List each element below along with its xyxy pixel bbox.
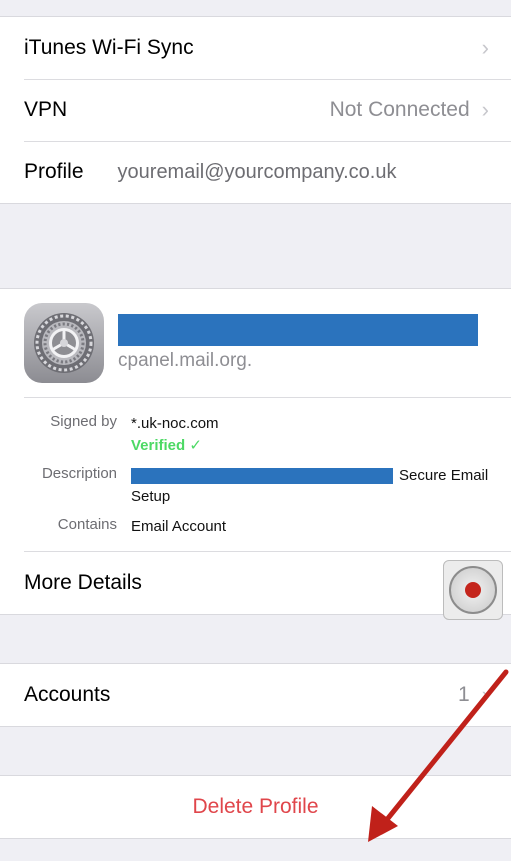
top-spacer: [0, 0, 511, 16]
accounts-group: Accounts 1 ›: [0, 662, 511, 727]
accounts-label: Accounts: [24, 682, 111, 706]
delete-group: Delete Profile: [0, 774, 511, 839]
profile-subtitle: cpanel.mail.org.: [118, 350, 253, 371]
itunes-wifi-sync-row[interactable]: iTunes Wi-Fi Sync ›: [0, 17, 511, 79]
verified-badge: Verified ✓: [131, 436, 202, 454]
signed-by-label: Signed by: [50, 413, 117, 430]
description-label: Description: [41, 464, 117, 482]
itunes-wifi-sync-label: iTunes Wi-Fi Sync: [24, 36, 194, 59]
record-button[interactable]: [443, 559, 503, 620]
settings-page: iTunes Wi-Fi Sync › VPN Not Connected › …: [0, 0, 511, 861]
contains-label: Contains: [57, 516, 117, 533]
section-spacer: [0, 204, 511, 288]
settings-gear-icon: [24, 303, 104, 383]
signed-by-row: Signed by *.uk-noc.com Verified ✓: [24, 413, 489, 457]
profile-label: Profile: [24, 160, 84, 183]
contains-row: Contains Email Account: [24, 516, 489, 538]
general-settings-group: iTunes Wi-Fi Sync › VPN Not Connected › …: [0, 16, 511, 204]
delete-profile-button[interactable]: Delete Profile: [0, 775, 511, 838]
profile-email: youremail@yourcompany.co.uk: [117, 160, 397, 183]
vpn-label: VPN: [24, 98, 68, 121]
chevron-right-icon: ›: [481, 681, 489, 707]
accounts-row[interactable]: Accounts 1 ›: [0, 663, 511, 726]
redacted-description: [131, 467, 393, 484]
profile-row[interactable]: Profile youremail@yourcompany.co.uk: [0, 141, 511, 203]
profile-header: cpanel.mail.org.: [0, 289, 511, 397]
record-dot: [465, 581, 481, 598]
description-row: Description Secure Email Setup: [24, 465, 489, 509]
record-icon: [449, 565, 497, 614]
chevron-right-icon: ›: [481, 35, 489, 60]
chevron-right-icon: ›: [481, 97, 489, 122]
description-value-block: Secure Email Setup: [131, 465, 489, 509]
more-details-row[interactable]: More Details: [0, 551, 511, 620]
profile-title-block: cpanel.mail.org.: [118, 314, 488, 372]
section-spacer: [0, 726, 511, 775]
signed-by-value-block: *.uk-noc.com Verified ✓: [131, 413, 219, 457]
contains-value: Email Account: [131, 518, 227, 535]
vpn-row[interactable]: VPN Not Connected ›: [0, 79, 511, 141]
signed-by-value: *.uk-noc.com: [131, 415, 219, 432]
redacted-profile-name: [118, 314, 478, 346]
profile-detail-group: cpanel.mail.org. Signed by *.uk-noc.com …: [0, 288, 511, 620]
section-spacer: [0, 614, 511, 663]
profile-details: Signed by *.uk-noc.com Verified ✓ Descri…: [0, 397, 511, 552]
vpn-status: Not Connected: [329, 98, 470, 121]
accounts-count: 1: [457, 682, 470, 706]
more-details-label: More Details: [24, 570, 142, 594]
